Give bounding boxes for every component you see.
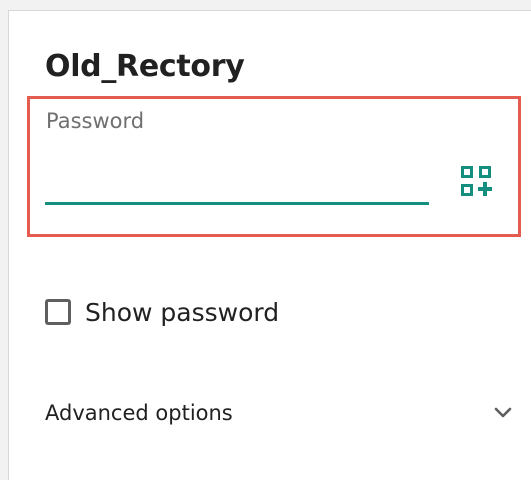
show-password-checkbox-row[interactable]: Show password bbox=[45, 294, 279, 330]
show-password-checkbox[interactable] bbox=[45, 299, 71, 325]
advanced-options-toggle[interactable]: Advanced options bbox=[45, 395, 515, 431]
password-label: Password bbox=[46, 109, 145, 133]
qr-code-scan-button[interactable] bbox=[456, 161, 496, 201]
password-input[interactable] bbox=[45, 151, 429, 205]
chevron-down-icon bbox=[491, 401, 515, 425]
wifi-connect-dialog: Old_Rectory Password Show password Advan… bbox=[8, 10, 531, 480]
show-password-label: Show password bbox=[85, 297, 280, 327]
advanced-options-label: Advanced options bbox=[45, 401, 233, 425]
network-name-title: Old_Rectory bbox=[45, 49, 245, 84]
qr-code-add-icon bbox=[461, 166, 492, 196]
